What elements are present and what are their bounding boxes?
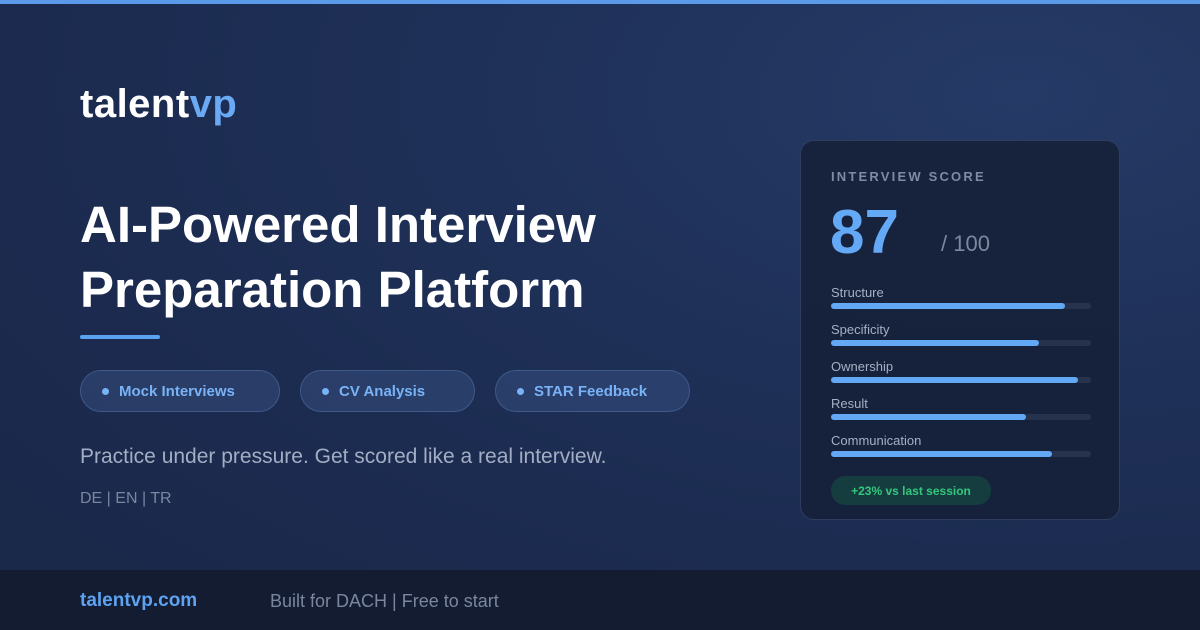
headline-line-1: AI-Powered Interview (80, 196, 596, 253)
metric-fill (831, 377, 1078, 383)
metric-label: Result (831, 396, 868, 411)
bullet-dot-icon (517, 387, 524, 395)
score-max: / 100 (941, 231, 990, 256)
brand-logo[interactable]: talentvp (80, 82, 237, 127)
hero-tagline: Practice under pressure. Get scored like… (80, 445, 607, 468)
score-value: 87 (830, 198, 899, 267)
metric-communication: Communication (831, 433, 1091, 459)
headline-line-2: Preparation Platform (80, 261, 585, 318)
metric-label: Communication (831, 433, 922, 448)
footer: talentvp.com Built for DACH | Free to st… (0, 570, 1200, 630)
card-title: INTERVIEW SCORE (831, 169, 986, 184)
language-list: DE | EN | TR (80, 490, 172, 507)
pill-cv-analysis[interactable]: CV Analysis (300, 370, 475, 412)
improvement-badge: +23% vs last session (831, 476, 991, 505)
pill-label: STAR Feedback (534, 382, 648, 400)
metric-fill (831, 303, 1065, 309)
metric-label: Structure (831, 285, 884, 300)
pill-label: CV Analysis (339, 382, 426, 400)
bullet-dot-icon (322, 387, 329, 395)
metric-track (831, 340, 1091, 346)
bullet-dot-icon (102, 387, 109, 395)
headline-underline (80, 335, 160, 339)
metric-label: Ownership (831, 359, 894, 374)
brand-name-part2: vp (189, 82, 238, 126)
metric-track (831, 377, 1091, 383)
metric-fill (831, 340, 1039, 346)
metric-track (831, 414, 1091, 420)
metric-track (831, 303, 1091, 309)
metric-structure: Structure (831, 285, 1091, 311)
pill-star-feedback[interactable]: STAR Feedback (495, 370, 690, 412)
footer-domain-link[interactable]: talentvp.com (80, 590, 197, 612)
metric-specificity: Specificity (831, 322, 1091, 348)
interview-score-card: INTERVIEW SCORE 87 / 100 Structure Speci… (800, 140, 1120, 520)
hero-headline: AI-Powered Interview Preparation Platfor… (80, 192, 720, 322)
metric-fill (831, 451, 1052, 457)
pill-mock-interviews[interactable]: Mock Interviews (80, 370, 280, 412)
metric-result: Result (831, 396, 1091, 422)
metric-label: Specificity (831, 322, 890, 337)
metric-track (831, 451, 1091, 457)
brand-name-part1: talent (80, 82, 190, 126)
pill-label: Mock Interviews (119, 382, 235, 400)
metric-ownership: Ownership (831, 359, 1091, 385)
top-accent-bar (0, 0, 1200, 4)
footer-note: Built for DACH | Free to start (270, 591, 499, 611)
metric-fill (831, 414, 1026, 420)
